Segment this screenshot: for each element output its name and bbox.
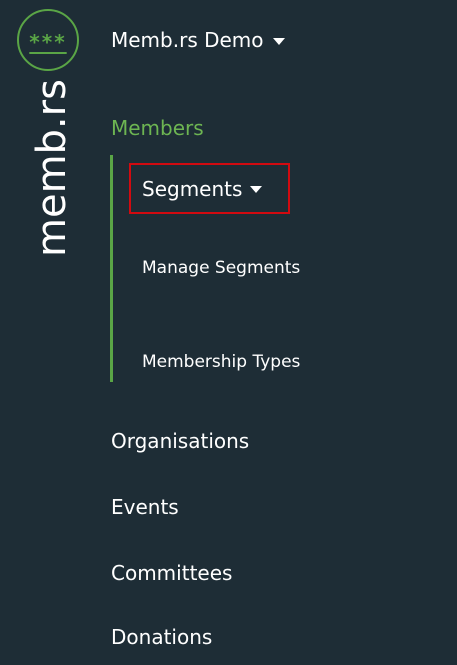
- segments-dropdown-toggle[interactable]: Segments: [129, 163, 290, 214]
- submenu-item-membership-types[interactable]: Membership Types: [142, 352, 300, 372]
- submenu-item-manage-segments[interactable]: Manage Segments: [142, 258, 300, 278]
- nav-item-members[interactable]: Members: [111, 116, 204, 140]
- brand-wordmark: memb.rs: [29, 79, 75, 257]
- caret-down-icon: [272, 37, 285, 45]
- nav-item-committees[interactable]: Committees: [111, 561, 232, 585]
- org-switcher-label: Memb.rs Demo: [111, 28, 264, 52]
- logo-stars: ***: [29, 30, 67, 54]
- nav-item-organisations[interactable]: Organisations: [111, 429, 249, 453]
- members-active-indicator: [110, 155, 113, 382]
- org-switcher-dropdown[interactable]: Memb.rs Demo: [111, 28, 285, 52]
- nav-item-donations[interactable]: Donations: [111, 625, 212, 649]
- logo-badge[interactable]: ***: [17, 9, 79, 71]
- segments-label: Segments: [142, 176, 243, 201]
- nav-item-events[interactable]: Events: [111, 495, 179, 519]
- caret-down-icon: [250, 186, 263, 193]
